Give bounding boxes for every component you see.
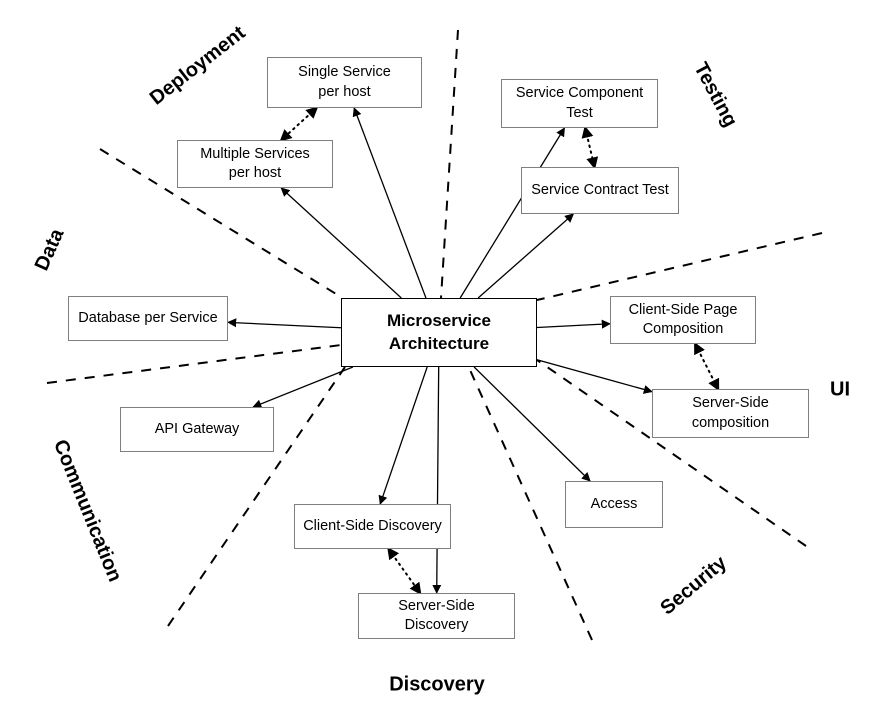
node-line-2: Composition: [642, 321, 724, 337]
connection-center-to-service-contract-test: [477, 213, 575, 299]
node-multiple-services-per-host[interactable]: Multiple Services per host: [177, 140, 333, 188]
node-client-side-page-composition[interactable]: Client-Side Page Composition: [610, 296, 756, 344]
node-server-side-composition[interactable]: Server-Side composition: [652, 389, 809, 438]
node-line-1: Server-Side: [692, 395, 769, 412]
divider-deployment-testing: [440, 29, 459, 299]
connection-center-to-access: [473, 366, 591, 482]
node-label-single-service-per-host: Single Service per host: [298, 63, 391, 101]
node-database-per-service[interactable]: Database per Service: [68, 296, 228, 341]
center-node-microservice-architecture[interactable]: Microservice Architecture: [341, 298, 537, 367]
connection-center-to-client-side-discovery: [378, 366, 428, 505]
node-client-side-discovery[interactable]: Client-Side Discovery: [294, 504, 451, 549]
node-label-service-component-test: Service Component Test: [516, 84, 643, 122]
category-label-ui: UI: [830, 378, 850, 401]
node-label-multiple-services-per-host: Multiple Services per host: [200, 145, 310, 183]
node-line-1: Client-Side Page: [628, 301, 738, 318]
node-single-service-per-host[interactable]: Single Service per host: [267, 57, 422, 108]
center-node-label: Microservice Architecture: [387, 310, 491, 356]
node-label-access: Access: [591, 495, 638, 514]
center-node-line-2: Architecture: [388, 333, 490, 353]
node-line-1: Service Contract Test: [531, 181, 669, 198]
connection-center-to-multiple-services: [280, 187, 402, 299]
node-line-1: Client-Side Discovery: [303, 517, 442, 534]
node-line-2: Test: [566, 104, 593, 121]
node-label-server-side-composition: Server-Side composition: [692, 394, 769, 432]
node-service-contract-test[interactable]: Service Contract Test: [521, 167, 679, 214]
connection-center-to-api-gateway: [252, 366, 354, 409]
node-line-2: composition: [691, 414, 770, 431]
connection-center-to-server-side-discovery: [432, 366, 442, 594]
node-server-side-discovery[interactable]: Server-Side Discovery: [358, 593, 515, 639]
node-line-1: Service Component: [515, 85, 644, 102]
node-label-service-contract-test: Service Contract Test: [531, 181, 669, 200]
category-label-discovery: Discovery: [389, 673, 485, 696]
node-label-client-side-page-composition: Client-Side Page Composition: [629, 301, 738, 339]
node-line-1: Single Service: [298, 64, 391, 81]
divider-ui-testing: [536, 232, 823, 301]
node-label-database-per-service: Database per Service: [78, 309, 217, 328]
node-line-1: API Gateway: [154, 420, 240, 437]
connection-client-page-to-server-side-composition: [694, 341, 720, 392]
node-label-api-gateway: API Gateway: [155, 420, 240, 439]
node-label-server-side-discovery: Server-Side Discovery: [365, 597, 508, 635]
diagram-canvas: Microservice Architecture Single Service pe…: [0, 0, 870, 721]
node-access[interactable]: Access: [565, 481, 663, 528]
node-line-1: Access: [590, 495, 638, 512]
node-api-gateway[interactable]: API Gateway: [120, 407, 274, 452]
connection-center-to-single-service: [352, 107, 427, 299]
node-line-1: Database per Service: [78, 309, 218, 326]
divider-data-communication: [46, 344, 342, 384]
connection-single-to-multiple-services: [279, 106, 319, 142]
connection-client-to-server-side-discovery: [387, 547, 422, 595]
node-line-2: per host: [318, 83, 371, 100]
connection-component-to-contract-test: [581, 125, 599, 170]
connection-center-to-server-side-composition: [536, 359, 653, 394]
node-service-component-test[interactable]: Service Component Test: [501, 79, 658, 128]
node-label-client-side-discovery: Client-Side Discovery: [303, 517, 442, 536]
center-node-line-1: Microservice: [387, 310, 491, 330]
node-line-1: Multiple Services: [200, 145, 310, 162]
connection-center-to-database-per-service: [227, 318, 342, 329]
node-line-2: per host: [228, 165, 282, 181]
connection-center-to-client-side-page-composition: [536, 319, 611, 329]
node-line-1: Server-Side Discovery: [398, 597, 475, 633]
